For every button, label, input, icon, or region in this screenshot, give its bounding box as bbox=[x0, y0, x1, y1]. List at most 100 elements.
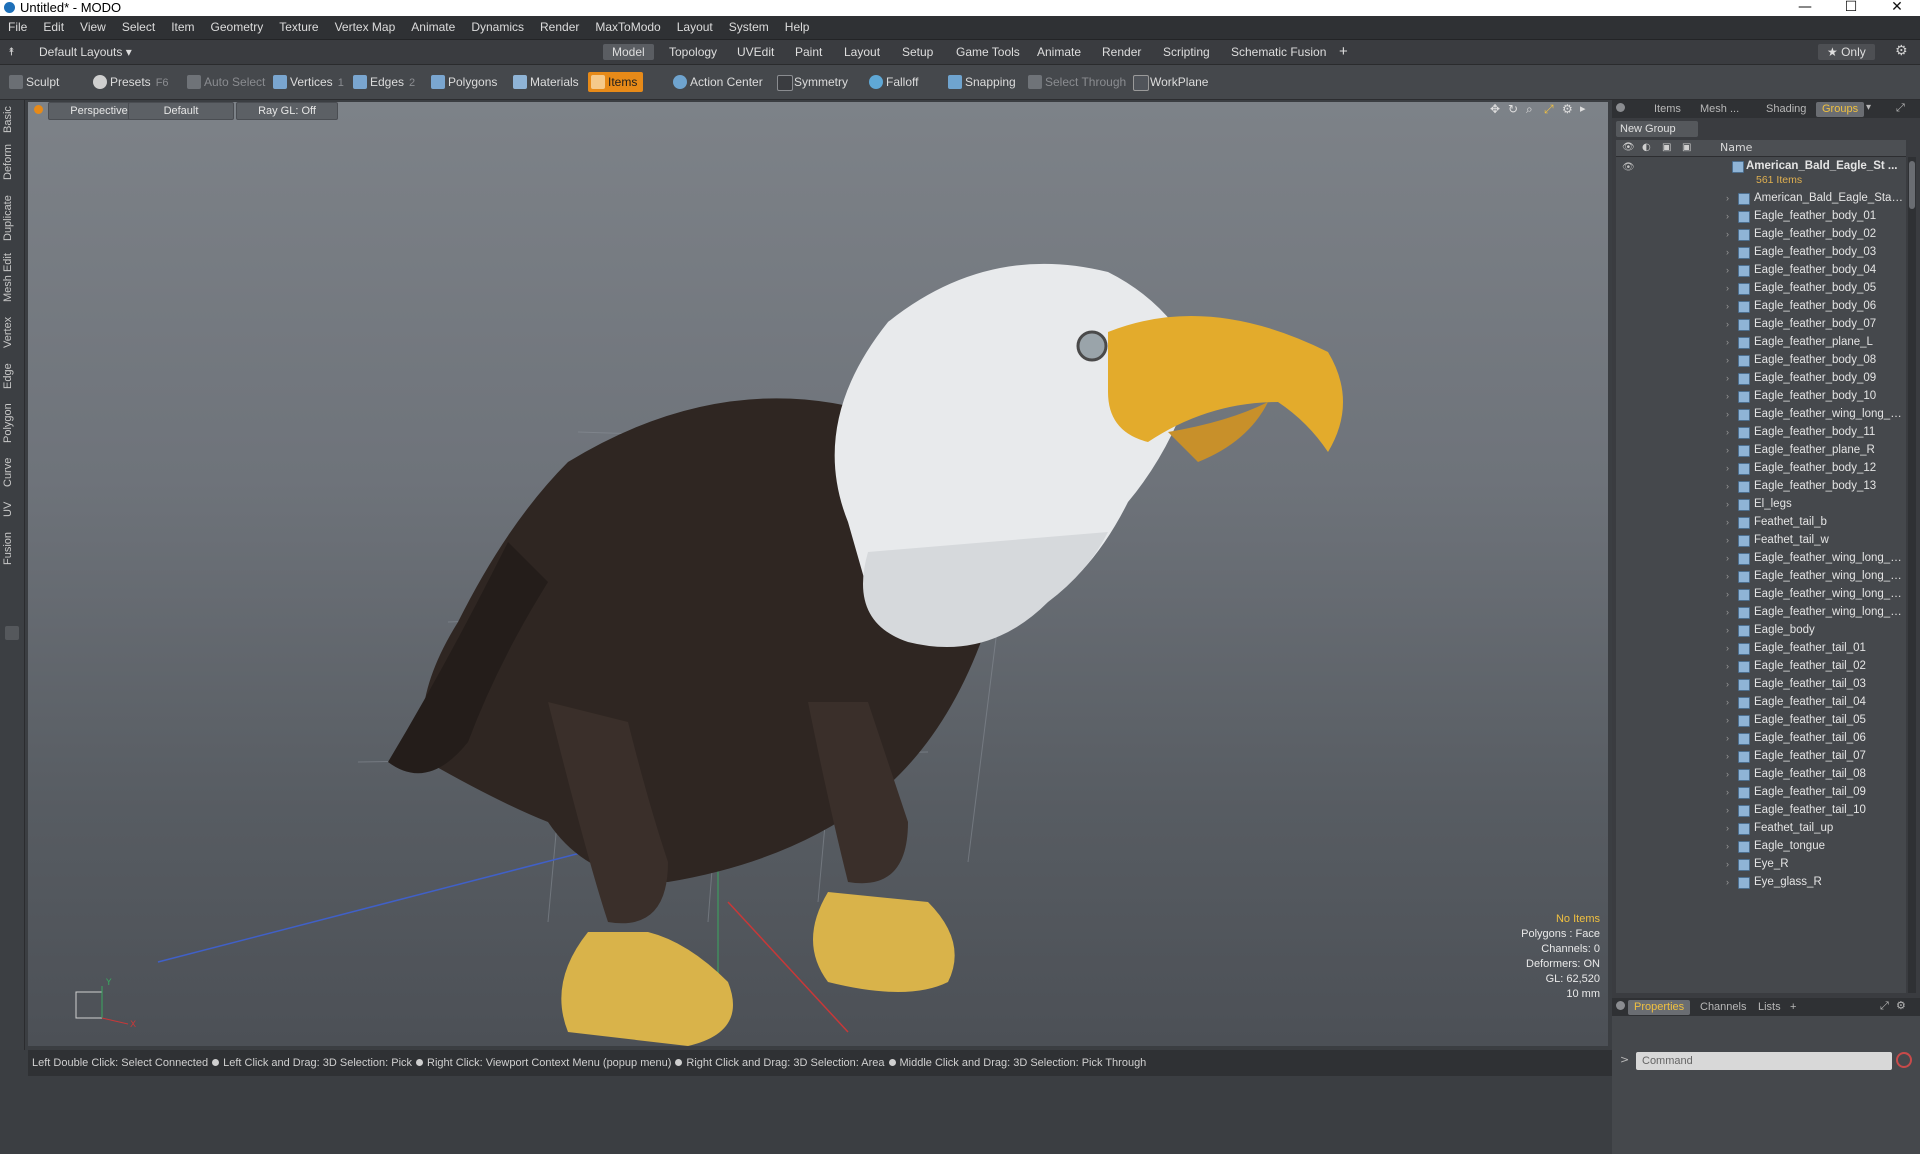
tab-properties[interactable]: Properties bbox=[1628, 1000, 1691, 1015]
scrollbar-thumb[interactable] bbox=[1909, 161, 1915, 209]
expand-icon[interactable]: ⤢ bbox=[1880, 999, 1889, 1013]
list-item[interactable]: › Eagle_feather_body_06 bbox=[1616, 297, 1906, 315]
minimize-button[interactable]: — bbox=[1782, 0, 1828, 16]
list-item[interactable]: › Eagle_feather_wing_long_4... bbox=[1616, 549, 1906, 567]
tab-channels[interactable]: Channels bbox=[1694, 1000, 1752, 1015]
list-item[interactable]: › Eagle_feather_body_04 bbox=[1616, 261, 1906, 279]
list-item[interactable]: › Eagle_feather_tail_03 bbox=[1616, 675, 1906, 693]
tab-setup[interactable]: Setup bbox=[893, 44, 942, 60]
tab-paint[interactable]: Paint bbox=[786, 44, 831, 60]
workplane-button[interactable]: WorkPlane bbox=[1130, 72, 1214, 92]
list-item[interactable]: › Eagle_feather_tail_09 bbox=[1616, 783, 1906, 801]
list-item[interactable]: › Feathet_tail_up bbox=[1616, 819, 1906, 837]
auto-select-button[interactable]: Auto Select bbox=[184, 72, 271, 92]
list-item[interactable]: › Eagle_feather_wing_long_4... bbox=[1616, 603, 1906, 621]
tab-vertex[interactable]: Vertex bbox=[2, 312, 22, 352]
panel-toggle-icon[interactable] bbox=[5, 626, 19, 640]
expand-icon[interactable]: ⤢ bbox=[1896, 101, 1905, 115]
tab-items[interactable]: Items bbox=[1648, 102, 1687, 117]
menu-animate[interactable]: Animate bbox=[403, 16, 463, 39]
edges-button[interactable]: Edges 2 bbox=[350, 72, 421, 92]
tab-basic[interactable]: Basic bbox=[2, 104, 22, 136]
list-item[interactable]: › Eye_R bbox=[1616, 855, 1906, 873]
list-item[interactable]: › Eagle_feather_body_11 bbox=[1616, 423, 1906, 441]
list-item[interactable]: › Eye_glass_R bbox=[1616, 873, 1906, 891]
tab-fusion[interactable]: Fusion bbox=[2, 528, 22, 568]
menu-maxtomodo[interactable]: MaxToModo bbox=[587, 16, 668, 39]
menu-layout[interactable]: Layout bbox=[669, 16, 721, 39]
list-item[interactable]: › Eagle_feather_tail_02 bbox=[1616, 657, 1906, 675]
list-item[interactable]: › Eagle_feather_body_03 bbox=[1616, 243, 1906, 261]
menu-texture[interactable]: Texture bbox=[271, 16, 326, 39]
action-center-button[interactable]: Action Center bbox=[670, 72, 769, 92]
only-toggle[interactable]: ★ Only bbox=[1818, 44, 1875, 60]
menu-help[interactable]: Help bbox=[777, 16, 818, 39]
list-item[interactable]: › Eagle_feather_tail_04 bbox=[1616, 693, 1906, 711]
list-item[interactable]: › Eagle_feather_body_02 bbox=[1616, 225, 1906, 243]
menu-vertex-map[interactable]: Vertex Map bbox=[327, 16, 404, 39]
tab-scripting[interactable]: Scripting bbox=[1154, 44, 1219, 60]
list-item[interactable]: › Eagle_feather_wing_long_4... bbox=[1616, 567, 1906, 585]
list-item[interactable]: › Eagle_feather_tail_05 bbox=[1616, 711, 1906, 729]
list-item[interactable]: › Eagle_feather_tail_06 bbox=[1616, 729, 1906, 747]
select-through-button[interactable]: Select Through bbox=[1025, 72, 1132, 92]
list-item[interactable]: › Eagle_feather_body_13 bbox=[1616, 477, 1906, 495]
tab-schematic-fusion[interactable]: Schematic Fusion bbox=[1222, 44, 1335, 60]
panel-menu-icon[interactable] bbox=[1616, 103, 1625, 112]
tab-model[interactable]: Model bbox=[603, 44, 654, 60]
list-item[interactable]: › Eagle_feather_tail_10 bbox=[1616, 801, 1906, 819]
polygons-button[interactable]: Polygons bbox=[428, 72, 503, 92]
properties-menu-icon[interactable] bbox=[1616, 1001, 1625, 1010]
gear-icon[interactable]: ⚙ bbox=[1895, 43, 1908, 59]
menu-render[interactable]: Render bbox=[532, 16, 587, 39]
menu-select[interactable]: Select bbox=[114, 16, 163, 39]
items-button[interactable]: Items bbox=[588, 72, 644, 92]
add-tab-icon[interactable]: + bbox=[1784, 1000, 1802, 1015]
symmetry-button[interactable]: Symmetry bbox=[774, 72, 854, 92]
list-item[interactable]: › Eagle_feather_tail_08 bbox=[1616, 765, 1906, 783]
list-item[interactable]: › Eagle_feather_body_07 bbox=[1616, 315, 1906, 333]
list-item[interactable]: › American_Bald_Eagle_Stan ... bbox=[1616, 189, 1906, 207]
presets-button[interactable]: Presets F6 bbox=[90, 72, 175, 92]
chevron-down-icon[interactable]: ▾ bbox=[1866, 102, 1871, 113]
menu-edit[interactable]: Edit bbox=[35, 16, 72, 39]
sculpt-button[interactable]: Sculpt bbox=[6, 72, 65, 92]
tab-animate[interactable]: Animate bbox=[1028, 44, 1090, 60]
command-input[interactable]: Command bbox=[1636, 1052, 1892, 1070]
tab-curve[interactable]: Curve bbox=[2, 454, 22, 490]
maximize-button[interactable]: ☐ bbox=[1828, 0, 1874, 16]
tab-mesh[interactable]: Mesh ... bbox=[1694, 102, 1745, 117]
menu-item[interactable]: Item bbox=[163, 16, 202, 39]
menu-view[interactable]: View bbox=[72, 16, 114, 39]
new-group-button[interactable]: New Group bbox=[1616, 121, 1698, 137]
tab-deform[interactable]: Deform bbox=[2, 142, 22, 182]
tab-groups[interactable]: Groups bbox=[1816, 102, 1865, 117]
snapping-button[interactable]: Snapping bbox=[945, 72, 1022, 92]
tab-uvedit[interactable]: UVEdit bbox=[728, 44, 783, 60]
list-item[interactable]: › Eagle_feather_plane_L bbox=[1616, 333, 1906, 351]
list-scrollbar[interactable] bbox=[1908, 157, 1916, 993]
list-item[interactable]: › Eagle_feather_wing_long_4... bbox=[1616, 585, 1906, 603]
menu-dynamics[interactable]: Dynamics bbox=[463, 16, 532, 39]
menu-system[interactable]: System bbox=[721, 16, 777, 39]
list-item[interactable]: › Eagle_feather_body_10 bbox=[1616, 387, 1906, 405]
list-item[interactable]: › Feathet_tail_w bbox=[1616, 531, 1906, 549]
list-item[interactable]: › Eagle_feather_body_09 bbox=[1616, 369, 1906, 387]
materials-button[interactable]: Materials bbox=[510, 72, 585, 92]
tab-uv[interactable]: UV bbox=[2, 498, 22, 520]
menu-geometry[interactable]: Geometry bbox=[203, 16, 272, 39]
list-item[interactable]: › Eagle_feather_body_01 bbox=[1616, 207, 1906, 225]
3d-viewport[interactable]: Perspective Default Ray GL: Off ✥ ↻ ⌕ ⤢ … bbox=[28, 102, 1608, 1046]
list-item[interactable]: › El_legs bbox=[1616, 495, 1906, 513]
tab-layout[interactable]: Layout bbox=[835, 44, 889, 60]
add-tab-button[interactable]: + bbox=[1330, 44, 1357, 60]
list-item[interactable]: › Eagle_tongue bbox=[1616, 837, 1906, 855]
close-button[interactable]: ✕ bbox=[1874, 0, 1920, 16]
list-item[interactable]: › Eagle_feather_body_12 bbox=[1616, 459, 1906, 477]
collapse-icon[interactable]: ⯭ bbox=[8, 45, 15, 59]
tab-polygon[interactable]: Polygon bbox=[2, 400, 22, 446]
list-item[interactable]: › Eagle_body bbox=[1616, 621, 1906, 639]
list-item[interactable]: › Eagle_feather_tail_01 bbox=[1616, 639, 1906, 657]
tab-game-tools[interactable]: Game Tools bbox=[947, 44, 1029, 60]
tab-edge[interactable]: Edge bbox=[2, 360, 22, 392]
